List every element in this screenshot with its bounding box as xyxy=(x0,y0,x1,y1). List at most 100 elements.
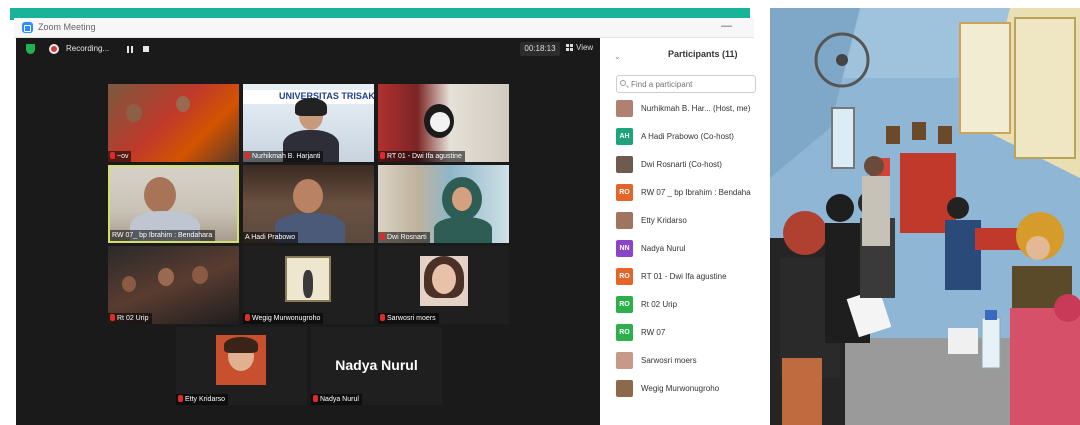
video-tile-active-speaker[interactable]: RW 07_ bp Ibrahim : Bendahara xyxy=(108,165,239,243)
tile-name-label: A Hadi Prabowo xyxy=(243,232,299,243)
participant-face xyxy=(293,179,323,213)
muted-mic-icon xyxy=(110,152,115,159)
banner-text: UNIVERSITAS TRISAKTI xyxy=(279,91,374,101)
muted-mic-icon xyxy=(178,395,183,402)
tile-name-label: Sarwosri moers xyxy=(378,313,439,324)
avatar: RO xyxy=(616,184,633,201)
window-title: Zoom Meeting xyxy=(38,22,96,32)
muted-mic-icon xyxy=(380,314,385,321)
participant-name: Wegig Murwonugroho xyxy=(641,384,720,393)
tile-name-label: Dwi Rosnarti xyxy=(378,232,430,243)
avatar: RO xyxy=(616,268,633,285)
video-tile[interactable]: Rt 02 Urip xyxy=(108,246,239,324)
participant-face xyxy=(144,177,176,213)
participant-row[interactable]: NN Nadya Nurul xyxy=(616,238,766,260)
muted-mic-icon xyxy=(245,314,250,321)
tile-name-label: Wegig Murwonugroho xyxy=(243,313,324,324)
avatar xyxy=(616,100,633,117)
participant-mask xyxy=(430,112,450,132)
video-gallery: Recording... 00:18:13 View ~ov UNIVERSIT… xyxy=(16,38,600,425)
participant-face xyxy=(452,187,472,211)
participant-row[interactable]: Nurhikmah B. Har... (Host, me) xyxy=(616,98,766,120)
video-tile[interactable]: Wegig Murwonugroho xyxy=(243,246,374,324)
participant-row[interactable]: RO RW 07 _ bp Ibrahim : Bendaha xyxy=(616,182,766,204)
tile-name-label: Nurhikmah B. Harjanti xyxy=(243,151,324,162)
video-tile[interactable]: A Hadi Prabowo xyxy=(243,165,374,243)
participant-display-name: Nadya Nurul xyxy=(335,357,418,373)
video-tile[interactable]: Nadya Nurul Nadya Nurul xyxy=(311,327,442,405)
muted-mic-icon xyxy=(245,152,250,159)
participant-face xyxy=(158,268,174,286)
participant-row[interactable]: Etty Kridarso xyxy=(616,210,766,232)
minimize-button[interactable]: — xyxy=(721,20,732,32)
participant-row[interactable]: RO RW 07 xyxy=(616,322,766,344)
video-tile[interactable]: Sarwosri moers xyxy=(378,246,509,324)
avatar xyxy=(616,156,633,173)
participant-face xyxy=(126,104,142,122)
participant-face xyxy=(122,276,136,292)
shield-icon[interactable] xyxy=(26,44,35,54)
participant-hair xyxy=(295,98,327,116)
participant-row[interactable]: AH A Hadi Prabowo (Co-host) xyxy=(616,126,766,148)
participant-row[interactable]: Dwi Rosnarti (Co-host) xyxy=(616,154,766,176)
participant-row[interactable]: Sarwosri moers xyxy=(616,350,766,372)
pause-recording-icon[interactable] xyxy=(127,46,133,53)
tile-name-label: Nadya Nurul xyxy=(311,394,362,405)
tile-name-label: RW 07_ bp Ibrahim : Bendahara xyxy=(110,230,216,241)
participant-name: RW 07 xyxy=(641,328,666,337)
view-button[interactable]: View xyxy=(566,43,593,52)
meeting-room-illustration xyxy=(770,8,1080,425)
video-tile[interactable]: RT 01 - Dwi Ifa agustine xyxy=(378,84,509,162)
view-label: View xyxy=(576,43,594,52)
tile-name-label: ~ov xyxy=(108,151,132,162)
participant-name: Nadya Nurul xyxy=(641,244,686,253)
video-tile[interactable]: Dwi Rosnarti xyxy=(378,165,509,243)
participant-body xyxy=(434,217,492,243)
participant-name: Nurhikmah B. Har... (Host, me) xyxy=(641,104,751,113)
meeting-topbar: Recording... 00:18:13 View xyxy=(16,38,600,60)
participant-row[interactable]: RO RT 01 - Dwi Ifa agustine xyxy=(616,266,766,288)
participant-name: A Hadi Prabowo (Co-host) xyxy=(641,132,734,141)
zoom-window: Zoom Meeting — Recording... 00:18:13 Vie… xyxy=(14,18,756,425)
avatar: RO xyxy=(616,324,633,341)
participant-name: Rt 02 Urip xyxy=(641,300,678,309)
participant-row[interactable]: Wegig Murwonugroho xyxy=(616,378,766,400)
avatar: NN xyxy=(616,240,633,257)
muted-mic-icon xyxy=(110,314,115,321)
stop-recording-icon[interactable] xyxy=(143,46,149,52)
muted-mic-icon xyxy=(380,233,385,240)
tile-name-label: RT 01 - Dwi Ifa agustine xyxy=(378,151,465,162)
participant-hair xyxy=(224,337,258,353)
avatar xyxy=(616,352,633,369)
participant-name: RW 07 _ bp Ibrahim : Bendaha xyxy=(641,188,751,197)
video-tile[interactable]: Etty Kridarso xyxy=(176,327,307,405)
participants-panel: ⌄ Participants (11) Nurhikmah B. Har... … xyxy=(600,38,756,425)
tile-name-label: Rt 02 Urip xyxy=(108,313,152,324)
avatar xyxy=(616,212,633,229)
grid-icon xyxy=(566,44,573,51)
avatar: AH xyxy=(616,128,633,145)
meeting-timer: 00:18:13 xyxy=(520,42,560,56)
tile-name-label: Etty Kridarso xyxy=(176,394,229,405)
zoom-logo-icon xyxy=(22,22,33,33)
participant-name: Etty Kridarso xyxy=(641,216,687,225)
avatar: RO xyxy=(616,296,633,313)
search-icon xyxy=(620,80,626,86)
participant-name: Sarwosri moers xyxy=(641,356,697,365)
participant-row[interactable]: RO Rt 02 Urip xyxy=(616,294,766,316)
participant-figure xyxy=(303,270,313,298)
find-participant-input[interactable] xyxy=(616,75,756,93)
avatar xyxy=(616,380,633,397)
participants-title: Participants (11) xyxy=(668,49,738,59)
muted-mic-icon xyxy=(313,395,318,402)
composite-figure: Zoom Meeting — Recording... 00:18:13 Vie… xyxy=(0,0,1080,425)
participant-face xyxy=(192,266,208,284)
chevron-down-icon[interactable]: ⌄ xyxy=(614,52,621,61)
participant-face xyxy=(176,96,190,112)
recording-icon xyxy=(49,44,59,54)
video-tile[interactable]: UNIVERSITAS TRISAKTI Nurhikmah B. Harjan… xyxy=(243,84,374,162)
meeting-room-photo xyxy=(770,8,1080,425)
muted-mic-icon xyxy=(380,152,385,159)
recording-label: Recording... xyxy=(66,44,110,53)
video-tile[interactable]: ~ov xyxy=(108,84,239,162)
